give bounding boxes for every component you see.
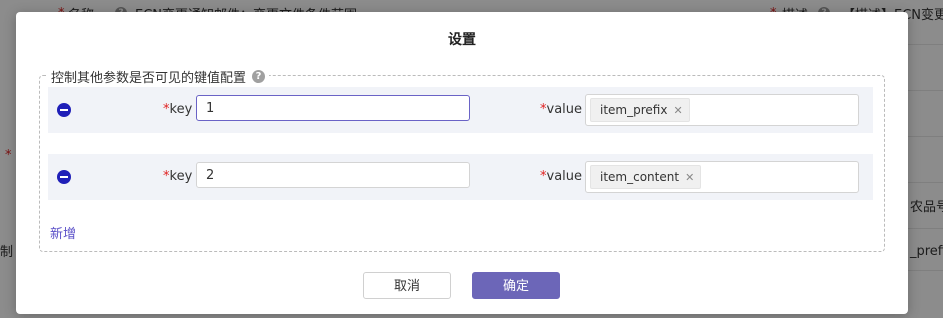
- question-icon[interactable]: ?: [252, 70, 266, 83]
- dialog-title: 设置: [448, 32, 476, 48]
- kv-row: *key *value item_prefix ✕: [48, 87, 873, 133]
- value-tag-input[interactable]: item_prefix ✕: [585, 94, 859, 126]
- key-label-text: key: [169, 169, 193, 184]
- close-icon[interactable]: ✕: [685, 171, 694, 184]
- minus-circle-icon[interactable]: [57, 170, 71, 184]
- value-tag-input[interactable]: item_content ✕: [585, 161, 859, 193]
- section-label: 控制其他参数是否可见的键值配置: [51, 71, 247, 86]
- key-label: *key: [163, 102, 192, 117]
- value-label-text: value: [546, 169, 583, 184]
- key-label: *key: [163, 169, 192, 184]
- ok-button[interactable]: 确定: [472, 272, 560, 299]
- section-legend: 控制其他参数是否可见的键值配置 ?: [47, 67, 270, 86]
- value-label-text: value: [546, 102, 583, 117]
- settings-dialog: 设置 控制其他参数是否可见的键值配置 ? *key *value item_pr…: [16, 12, 908, 314]
- value-tag: item_prefix ✕: [590, 98, 690, 122]
- add-row-link[interactable]: 新增: [50, 223, 76, 242]
- key-input[interactable]: [196, 162, 470, 188]
- minus-circle-icon[interactable]: [57, 103, 71, 117]
- close-icon[interactable]: ✕: [673, 104, 682, 117]
- cancel-button[interactable]: 取消: [363, 272, 451, 299]
- tag-label: item_prefix: [600, 103, 668, 117]
- value-label: *value: [540, 102, 582, 117]
- value-tag: item_content ✕: [590, 165, 702, 189]
- kv-row: *key *value item_content ✕: [48, 154, 873, 200]
- value-label: *value: [540, 169, 582, 184]
- key-label-text: key: [169, 102, 193, 117]
- key-value-config-section: 控制其他参数是否可见的键值配置 ? *key *value item_prefi…: [39, 67, 885, 252]
- key-input[interactable]: [196, 95, 470, 121]
- tag-label: item_content: [600, 170, 680, 184]
